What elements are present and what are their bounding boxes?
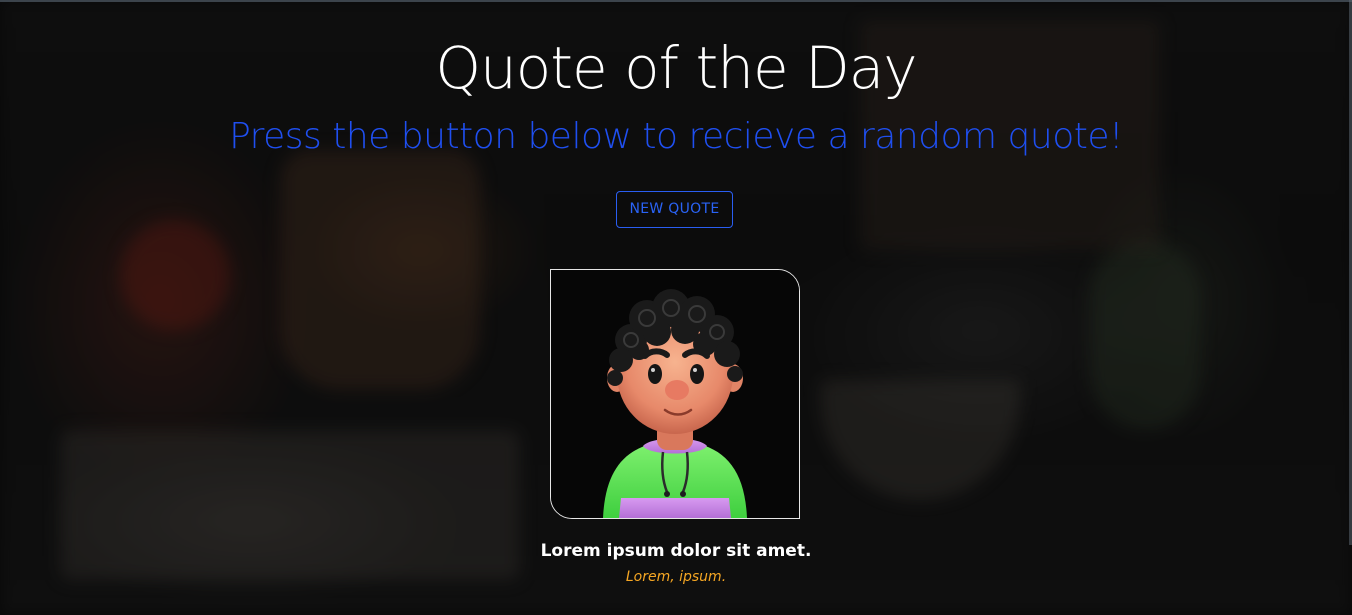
avatar <box>550 269 800 519</box>
main-content: Quote of the Day Press the button below … <box>0 0 1352 615</box>
cartoon-boy-avatar-icon <box>551 270 799 518</box>
quote-text: Lorem ipsum dolor sit amet. <box>540 541 812 561</box>
new-quote-button[interactable]: NEW QUOTE <box>616 191 733 228</box>
page-title: Quote of the Day <box>435 34 917 102</box>
page-subtitle: Press the button below to recieve a rand… <box>229 116 1123 157</box>
page: Quote of the Day Press the button below … <box>0 0 1352 615</box>
quote-author: Lorem, ipsum. <box>625 569 727 585</box>
